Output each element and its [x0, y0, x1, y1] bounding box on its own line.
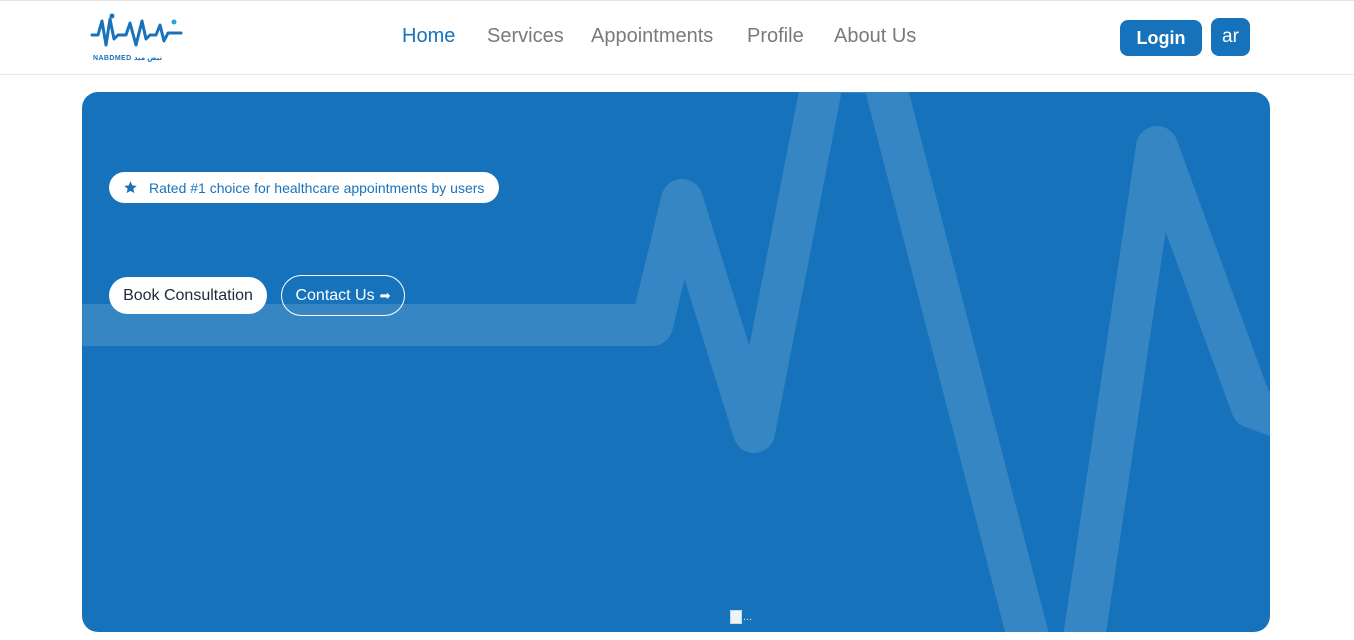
- login-button[interactable]: Login: [1120, 20, 1202, 56]
- hero-banner: Rated #1 choice for healthcare appointme…: [82, 92, 1270, 632]
- broken-image-icon: [730, 610, 742, 624]
- language-toggle-button[interactable]: ar: [1211, 18, 1250, 56]
- contact-us-button[interactable]: Contact Us ➡: [281, 275, 405, 316]
- nabdmed-logo[interactable]: NABDMED نبض ميد: [90, 11, 184, 67]
- nav-about-us[interactable]: About Us: [834, 25, 916, 48]
- nav-home[interactable]: Home: [402, 25, 455, 48]
- star-icon: [124, 181, 137, 194]
- rating-badge-text: Rated #1 choice for healthcare appointme…: [149, 179, 485, 196]
- book-consultation-button[interactable]: Book Consultation: [109, 277, 267, 314]
- broken-image: ...: [730, 610, 752, 624]
- heartbeat-logo-icon: [90, 13, 183, 47]
- rating-badge: Rated #1 choice for healthcare appointme…: [109, 172, 500, 203]
- arrow-right-icon: ➡: [379, 287, 391, 303]
- nav-appointments[interactable]: Appointments: [591, 25, 713, 48]
- site-header: NABDMED نبض ميد Home Services Appointmen…: [0, 1, 1354, 75]
- logo-wordmark: NABDMED نبض ميد: [93, 55, 163, 62]
- broken-image-alt: ...: [743, 611, 753, 623]
- nav-services[interactable]: Services: [487, 25, 564, 48]
- nav-profile[interactable]: Profile: [747, 25, 804, 48]
- contact-us-label: Contact Us: [295, 286, 375, 304]
